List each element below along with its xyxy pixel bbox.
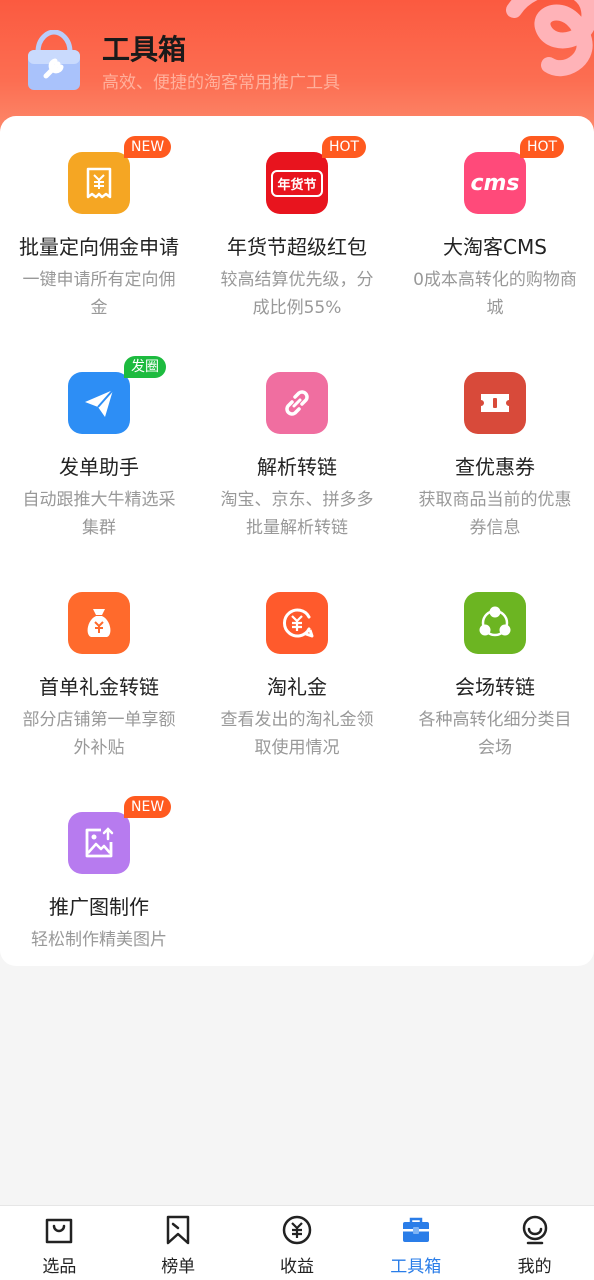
tool-name: 年货节超级红包	[227, 235, 367, 259]
toolbox-icon	[402, 1217, 429, 1242]
tool-post-assistant[interactable]: 发圈 发单助手 自动跟推大牛精选采集群	[0, 336, 198, 556]
tool-description: 各种高转化细分类目会场	[418, 710, 572, 758]
tool-name: 查优惠券	[455, 455, 535, 479]
hot-badge: HOT	[322, 136, 367, 158]
paper-plane-icon	[68, 372, 130, 434]
profile-icon	[522, 1215, 547, 1245]
nav-label: 收益	[279, 1257, 314, 1277]
new-year-festival-icon-text: 年货节	[271, 169, 323, 197]
decorative-ribbon-icon	[506, 0, 594, 77]
tool-name: 解析转链	[257, 455, 337, 479]
tool-name: 发单助手	[59, 455, 139, 479]
tool-description: 部分店铺第一单享额外补贴	[22, 710, 176, 758]
tool-new-year-red-packet[interactable]: 年货节 HOT 年货节超级红包 较高结算优先级，分成比例55%	[198, 116, 396, 336]
yuan-circle-icon	[282, 1215, 312, 1245]
nav-label: 选品	[42, 1257, 77, 1277]
nav-item-selection[interactable]: 选品	[0, 1206, 119, 1280]
nav-item-ranking[interactable]: 榜单	[119, 1206, 238, 1280]
tool-tao-gift[interactable]: 淘礼金 查看发出的淘礼金领取使用情况	[198, 556, 396, 776]
tool-description: 自动跟推大牛精选采集群	[22, 490, 176, 538]
coupon-icon	[464, 372, 526, 434]
image-upload-icon	[68, 812, 130, 874]
tool-cms[interactable]: cms HOT 大淘客CMS 0成本高转化的购物商城	[396, 116, 594, 336]
tool-promo-image[interactable]: NEW 推广图制作 轻松制作精美图片	[0, 776, 198, 996]
tool-name: 淘礼金	[267, 675, 327, 699]
tool-description: 一键申请所有定向佣金	[22, 270, 176, 318]
tool-check-coupon[interactable]: 查优惠券 获取商品当前的优惠券信息	[396, 336, 594, 556]
tool-description: 0成本高转化的购物商城	[413, 270, 577, 318]
nav-item-toolbox[interactable]: 工具箱	[356, 1206, 475, 1280]
tool-name: 批量定向佣金申请	[19, 235, 179, 259]
page-header: 工具箱 高效、便捷的淘客常用推广工具	[0, 0, 594, 135]
tool-name: 会场转链	[455, 675, 535, 699]
share-nodes-icon	[464, 592, 526, 654]
circle-badge: 发圈	[124, 356, 166, 378]
tool-venue-link[interactable]: 会场转链 各种高转化细分类目会场	[396, 556, 594, 776]
shopping-bag-icon	[46, 1218, 73, 1244]
new-badge: NEW	[124, 136, 172, 158]
tool-first-order-gift[interactable]: 首单礼金转链 部分店铺第一单享额外补贴	[0, 556, 198, 776]
tool-name: 推广图制作	[49, 895, 149, 919]
page-title: 工具箱	[102, 33, 187, 66]
yuan-refresh-icon	[266, 592, 328, 654]
cms-icon-text: cms	[470, 170, 520, 196]
nav-label: 榜单	[161, 1257, 196, 1277]
bottom-nav: 选品 榜单 收益 工具箱 我的	[0, 1205, 594, 1280]
page-subtitle: 高效、便捷的淘客常用推广工具	[102, 73, 340, 93]
tool-description: 轻松制作精美图片	[31, 930, 167, 950]
tool-description: 较高结算优先级，分成比例55%	[220, 270, 374, 318]
new-badge: NEW	[124, 796, 172, 818]
tool-description: 获取商品当前的优惠券信息	[418, 490, 572, 538]
tools-card: NEW 批量定向佣金申请 一键申请所有定向佣金 年货节 HOT 年货节超级红包 …	[0, 116, 594, 966]
bookmark-icon	[166, 1215, 190, 1245]
cms-icon: cms	[464, 152, 526, 214]
nav-item-profile[interactable]: 我的	[475, 1206, 594, 1280]
nav-item-earnings[interactable]: 收益	[238, 1206, 357, 1280]
link-icon	[266, 372, 328, 434]
tool-name: 首单礼金转链	[39, 675, 159, 699]
receipt-yuan-icon	[68, 152, 130, 214]
tool-description: 查看发出的淘礼金领取使用情况	[220, 710, 374, 758]
hot-badge: HOT	[520, 136, 565, 158]
tool-parse-link[interactable]: 解析转链 淘宝、京东、拼多多批量解析转链	[198, 336, 396, 556]
toolbox-bag-icon	[28, 30, 80, 90]
tool-name: 大淘客CMS	[443, 235, 547, 259]
new-year-festival-icon: 年货节	[266, 152, 328, 214]
tool-description: 淘宝、京东、拼多多批量解析转链	[220, 490, 374, 538]
nav-label: 我的	[517, 1257, 552, 1277]
tool-batch-commission[interactable]: NEW 批量定向佣金申请 一键申请所有定向佣金	[0, 116, 198, 336]
nav-label: 工具箱	[390, 1257, 442, 1277]
money-bag-icon	[68, 592, 130, 654]
